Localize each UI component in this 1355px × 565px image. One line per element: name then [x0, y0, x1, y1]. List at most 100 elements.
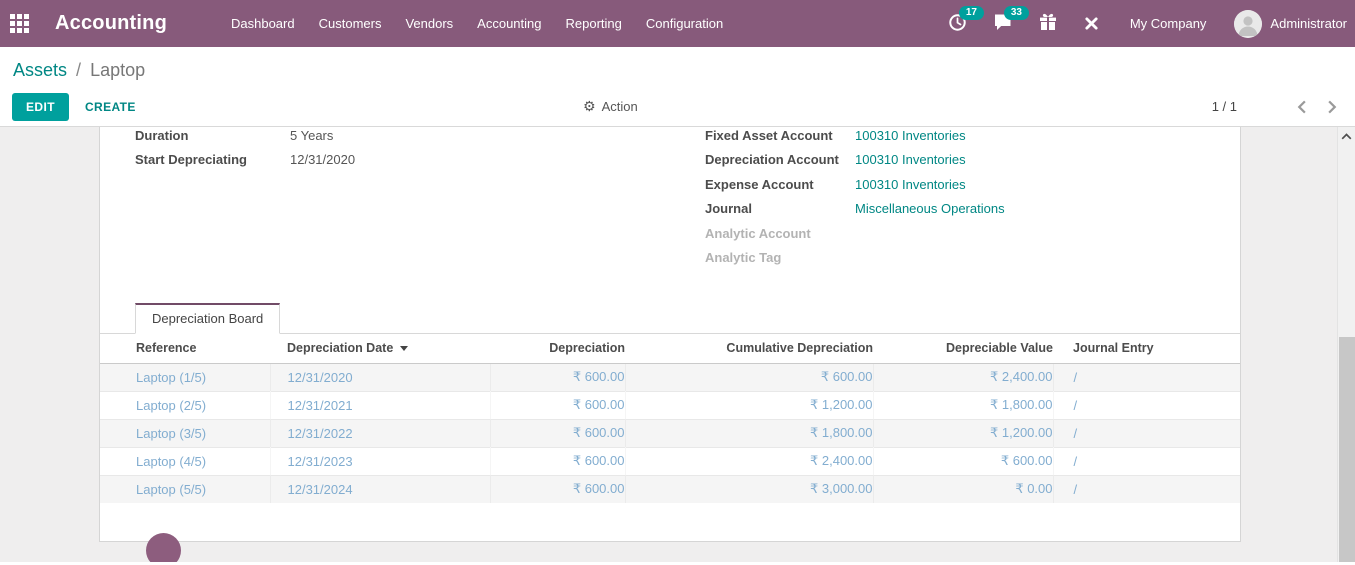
messages-menu[interactable]: 33 [993, 13, 1013, 34]
floating-avatar-button[interactable] [146, 533, 181, 562]
table-row[interactable]: Laptop (2/5)12/31/2021₹ 600.00₹ 1,200.00… [100, 391, 1240, 419]
field-groups: Duration 5 Years Start Depreciating 12/3… [100, 127, 1240, 270]
odoo-accounting-window: Accounting Dashboard Customers Vendors A… [0, 0, 1355, 565]
field-value: 5 Years [290, 128, 333, 143]
cell-journal-entry: / [1053, 475, 1240, 503]
gear-icon: ⚙ [583, 98, 596, 115]
cell-journal-entry: / [1053, 419, 1240, 447]
field-value: 12/31/2020 [290, 152, 355, 167]
field-group-right: Fixed Asset Account 100310 Inventories D… [670, 127, 1240, 270]
nav-item-vendors[interactable]: Vendors [393, 16, 465, 31]
table-row[interactable]: Laptop (4/5)12/31/2023₹ 600.00₹ 2,400.00… [100, 447, 1240, 475]
field-depreciation-account: Depreciation Account 100310 Inventories [705, 148, 1240, 173]
cell-depreciation-date: 12/31/2023 [270, 447, 490, 475]
app-name[interactable]: Accounting [55, 12, 167, 35]
nav-item-reporting[interactable]: Reporting [554, 16, 634, 31]
field-label: Depreciation Account [705, 152, 855, 167]
cell-depreciable-value: ₹ 0.00 [873, 475, 1053, 503]
cell-reference: Laptop (3/5) [100, 419, 270, 447]
gift-icon [1039, 13, 1057, 34]
navbar-right: 17 33 [922, 10, 1347, 38]
field-label: Journal [705, 201, 855, 216]
breadcrumb-assets-link[interactable]: Assets [13, 60, 67, 80]
cell-depreciation: ₹ 600.00 [490, 419, 625, 447]
column-header-depreciation-date[interactable]: Depreciation Date [270, 334, 490, 363]
nav-item-configuration[interactable]: Configuration [634, 16, 735, 31]
cell-cumulative-depreciation: ₹ 600.00 [625, 363, 873, 391]
action-label: Action [602, 99, 638, 114]
field-label: Analytic Account [705, 226, 855, 241]
user-menu[interactable]: Administrator [1234, 10, 1347, 38]
field-fixed-asset-account: Fixed Asset Account 100310 Inventories [705, 127, 1240, 148]
chevron-right-icon[interactable] [1328, 100, 1337, 114]
cell-reference: Laptop (1/5) [100, 363, 270, 391]
field-label: Fixed Asset Account [705, 128, 855, 143]
sort-caret-down-icon [400, 346, 408, 351]
scrollbar-up-arrow[interactable] [1338, 133, 1355, 140]
column-header-depreciable-value[interactable]: Depreciable Value [873, 334, 1053, 363]
column-header-depreciation[interactable]: Depreciation [490, 334, 625, 363]
field-label: Analytic Tag [705, 250, 855, 265]
rewards-menu[interactable] [1039, 13, 1057, 34]
field-duration: Duration 5 Years [135, 127, 670, 148]
cell-reference: Laptop (5/5) [100, 475, 270, 503]
create-button[interactable]: CREATE [85, 100, 136, 114]
cell-reference: Laptop (2/5) [100, 391, 270, 419]
cell-depreciation-date: 12/31/2024 [270, 475, 490, 503]
nav-item-dashboard[interactable]: Dashboard [219, 16, 307, 31]
nav-item-accounting[interactable]: Accounting [465, 16, 553, 31]
cell-cumulative-depreciation: ₹ 2,400.00 [625, 447, 873, 475]
edit-button[interactable]: EDIT [12, 93, 69, 121]
tab-depreciation-board[interactable]: Depreciation Board [135, 303, 280, 334]
cell-depreciation: ₹ 600.00 [490, 447, 625, 475]
nav-item-customers[interactable]: Customers [307, 16, 394, 31]
cell-depreciation-date: 12/31/2022 [270, 419, 490, 447]
notebook-tab-bar: Depreciation Board [100, 303, 1240, 334]
content-area: Duration 5 Years Start Depreciating 12/3… [0, 127, 1355, 562]
scrollbar-thumb[interactable] [1339, 337, 1355, 562]
pager-counter: 1 / 1 [1212, 99, 1237, 114]
action-menu[interactable]: ⚙ Action [583, 98, 638, 115]
column-header-reference[interactable]: Reference [100, 334, 270, 363]
depreciation-board-table: Reference Depreciation Date Depreciation… [100, 334, 1240, 503]
user-name: Administrator [1270, 16, 1347, 31]
user-avatar-icon [1234, 10, 1262, 38]
account-link[interactable]: 100310 Inventories [855, 128, 966, 143]
field-label: Expense Account [705, 177, 855, 192]
breadcrumb-current-record: Laptop [90, 60, 145, 80]
vertical-scrollbar[interactable] [1337, 127, 1355, 562]
apps-grid-icon[interactable] [10, 14, 29, 33]
activity-menu[interactable]: 17 [948, 13, 967, 35]
cell-depreciable-value: ₹ 1,200.00 [873, 419, 1053, 447]
account-link[interactable]: 100310 Inventories [855, 152, 966, 167]
depreciation-table-body: Laptop (1/5)12/31/2020₹ 600.00₹ 600.00₹ … [100, 363, 1240, 503]
field-group-left: Duration 5 Years Start Depreciating 12/3… [100, 127, 670, 270]
cell-depreciation: ₹ 600.00 [490, 391, 625, 419]
debug-tools-icon[interactable] [1083, 15, 1100, 32]
cell-reference: Laptop (4/5) [100, 447, 270, 475]
top-navbar: Accounting Dashboard Customers Vendors A… [0, 0, 1355, 47]
table-row[interactable]: Laptop (1/5)12/31/2020₹ 600.00₹ 600.00₹ … [100, 363, 1240, 391]
pager-arrows [1297, 100, 1337, 114]
cell-depreciation: ₹ 600.00 [490, 363, 625, 391]
cell-depreciable-value: ₹ 1,800.00 [873, 391, 1053, 419]
field-start-depreciating: Start Depreciating 12/31/2020 [135, 148, 670, 173]
table-row[interactable]: Laptop (5/5)12/31/2024₹ 600.00₹ 3,000.00… [100, 475, 1240, 503]
field-label: Duration [135, 128, 290, 143]
account-link[interactable]: 100310 Inventories [855, 177, 966, 192]
cell-journal-entry: / [1053, 391, 1240, 419]
cell-journal-entry: / [1053, 363, 1240, 391]
chevron-left-icon[interactable] [1297, 100, 1306, 114]
field-analytic-account: Analytic Account [705, 221, 1240, 246]
table-header-row: Reference Depreciation Date Depreciation… [100, 334, 1240, 363]
control-panel: EDIT CREATE ⚙ Action 1 / 1 [0, 87, 1355, 127]
activity-count-badge: 17 [959, 6, 984, 20]
cell-cumulative-depreciation: ₹ 1,200.00 [625, 391, 873, 419]
column-header-cumulative-depreciation[interactable]: Cumulative Depreciation [625, 334, 873, 363]
company-switcher[interactable]: My Company [1130, 16, 1207, 31]
journal-link[interactable]: Miscellaneous Operations [855, 201, 1005, 216]
table-row[interactable]: Laptop (3/5)12/31/2022₹ 600.00₹ 1,800.00… [100, 419, 1240, 447]
message-count-badge: 33 [1004, 6, 1029, 20]
field-journal: Journal Miscellaneous Operations [705, 197, 1240, 222]
column-header-journal-entry[interactable]: Journal Entry [1053, 334, 1240, 363]
